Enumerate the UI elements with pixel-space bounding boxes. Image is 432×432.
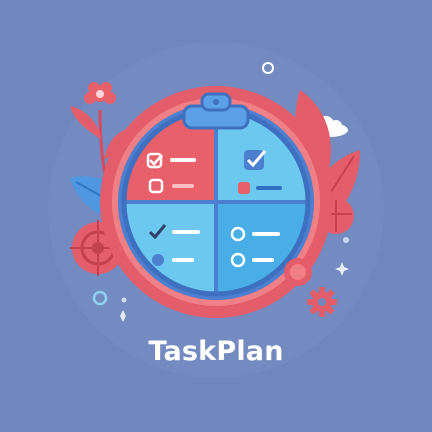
- checkbox-checked-icon: [244, 150, 267, 170]
- checkbox-empty-icon: [238, 182, 250, 194]
- task-line: [252, 258, 274, 262]
- app-name: TaskPlan: [148, 336, 284, 367]
- bullet-icon: [152, 254, 164, 266]
- gear-icon: [307, 287, 337, 317]
- task-line: [172, 230, 200, 234]
- task-line: [172, 184, 194, 188]
- decor-dot-icon: [343, 237, 349, 243]
- decor-dot-icon: [121, 297, 127, 303]
- task-line: [252, 232, 280, 236]
- task-line: [172, 258, 194, 262]
- task-line: [256, 186, 282, 190]
- logo-illustration: [48, 42, 384, 378]
- task-line: [170, 158, 196, 162]
- logo-canvas: TaskPlan: [0, 0, 432, 432]
